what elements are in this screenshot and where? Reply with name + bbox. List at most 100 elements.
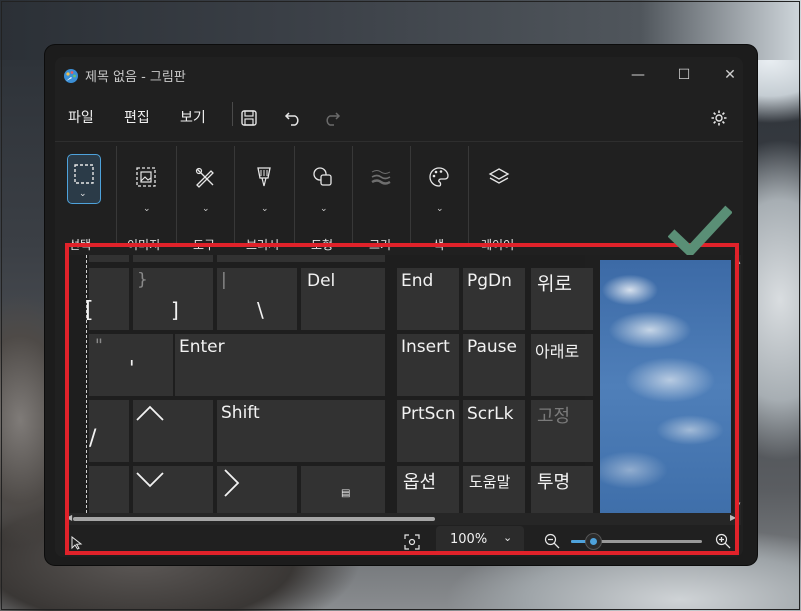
key-fragment xyxy=(89,255,129,262)
maximize-icon: ☐ xyxy=(677,67,691,83)
ribbon-label-layers: 레이어 xyxy=(481,238,515,252)
key-enter: Enter xyxy=(175,334,385,396)
ribbon-group-select[interactable]: ⌄ 선택 xyxy=(61,142,115,252)
ribbon-group-tools[interactable]: ⌄ 도구 xyxy=(177,142,233,252)
scroll-right-arrow-icon[interactable]: ▶ xyxy=(730,513,736,522)
key-arrow-up xyxy=(133,400,213,462)
menu-key-icon: ▤ xyxy=(341,488,351,499)
key-fragment xyxy=(259,255,385,262)
ribbon-group-size[interactable]: 크기 xyxy=(353,142,409,252)
key-bracket-close: } ] xyxy=(133,268,213,330)
zoom-slider-thumb[interactable] xyxy=(584,533,602,550)
keyboard-image: [ } ] | \ Del End PgDn 위로 " ' Enter Inse… xyxy=(65,255,593,513)
key-label: PgDn xyxy=(467,271,512,291)
key-del: Del xyxy=(301,268,385,330)
chevron-down-icon: ⌄ xyxy=(503,531,513,544)
key-label: Del xyxy=(307,271,336,291)
key-end: End xyxy=(397,268,459,330)
key-shift: Shift xyxy=(217,400,385,462)
paint-app-icon xyxy=(64,69,78,83)
key-label: 도움말 xyxy=(469,473,511,491)
palette-icon xyxy=(429,167,449,187)
key-label: 투명 xyxy=(537,472,571,493)
menu-view[interactable]: 보기 xyxy=(180,107,206,127)
zoom-level: 100% xyxy=(450,532,488,547)
tools-chevron-icon: ⌄ xyxy=(202,204,210,214)
ribbon-label-shapes: 도형 xyxy=(311,238,334,252)
caret-up-icon xyxy=(136,405,164,421)
zoom-out-icon[interactable] xyxy=(544,533,560,549)
ribbon-group-image[interactable]: ⌄ 이미지 xyxy=(117,142,175,252)
color-chevron-icon: ⌄ xyxy=(436,204,444,214)
key-help: 도움말 xyxy=(463,466,525,513)
maximize-button[interactable]: ☐ xyxy=(667,63,701,87)
key-slash: / xyxy=(89,400,129,462)
minimize-icon: — xyxy=(631,67,645,83)
scroll-left-arrow-icon[interactable]: ◀ xyxy=(66,513,72,522)
selection-button[interactable]: ⌄ xyxy=(67,154,101,204)
ribbon-label-size: 크기 xyxy=(369,238,392,252)
key-label: / xyxy=(89,426,97,451)
key-label: 아래로 xyxy=(535,342,580,361)
key-arrow-right xyxy=(217,466,297,513)
settings-gear-icon[interactable] xyxy=(710,109,728,127)
undo-icon[interactable] xyxy=(284,109,302,127)
canvas-area[interactable]: [ } ] | \ Del End PgDn 위로 " ' Enter Inse… xyxy=(65,255,741,513)
horizontal-scroll-thumb[interactable] xyxy=(73,517,435,521)
shapes-chevron-icon: ⌄ xyxy=(320,204,328,214)
key-bracket-open: [ xyxy=(85,268,129,330)
close-button[interactable]: ✕ xyxy=(713,63,743,87)
minimize-button[interactable]: — xyxy=(621,63,655,87)
zoom-in-icon[interactable] xyxy=(715,533,731,549)
scroll-up-arrow-icon[interactable]: ▲ xyxy=(735,257,740,265)
menu-edit[interactable]: 편집 xyxy=(124,107,150,127)
key-label: Shift xyxy=(221,403,260,423)
key-down-kr: 아래로 xyxy=(531,334,593,396)
key-fix: 고정 xyxy=(531,400,593,462)
key-label: End xyxy=(401,271,434,291)
save-icon[interactable] xyxy=(240,109,258,127)
key-label: 고정 xyxy=(537,406,571,427)
title-bar: 제목 없음 - 그림판 — ☐ ✕ xyxy=(55,57,743,91)
image-icon xyxy=(136,167,156,187)
ribbon-group-brush[interactable]: ⌄ 브러시 xyxy=(235,142,293,252)
menu-bar: 파일 편집 보기 xyxy=(55,99,743,131)
ribbon-group-color[interactable]: ⌄ 색 xyxy=(411,142,467,252)
key-up: 위로 xyxy=(531,268,593,330)
key-scrlk: ScrLk xyxy=(463,400,525,462)
key-prtscn: PrtScn xyxy=(397,400,459,462)
key-pause: Pause xyxy=(463,334,525,396)
key-label: 위로 xyxy=(537,273,572,295)
ribbon-label-select: 선택 xyxy=(69,238,92,252)
ribbon-toolbar: ⌄ 선택 ⌄ 이미지 ⌄ 도구 ⌄ 브러시 ⌄ 도형 크기 ⌄ 색 레이어 xyxy=(55,141,743,252)
fit-to-window-icon[interactable] xyxy=(404,534,420,550)
ribbon-label-image: 이미지 xyxy=(127,238,161,252)
status-bar: 100% ⌄ xyxy=(55,525,743,557)
key-fragment xyxy=(133,255,213,262)
key-label: PrtScn xyxy=(401,404,456,424)
menu-file[interactable]: 파일 xyxy=(68,107,94,127)
key-label: ScrLk xyxy=(467,404,514,424)
key-fragment xyxy=(89,466,129,513)
brush-chevron-icon: ⌄ xyxy=(261,204,269,214)
key-label: Enter xyxy=(179,337,225,357)
selection-icon xyxy=(74,164,94,184)
ribbon-label-brush: 브러시 xyxy=(246,238,280,252)
ribbon-group-shapes[interactable]: ⌄ 도형 xyxy=(295,142,351,252)
image-chevron-icon: ⌄ xyxy=(143,204,151,214)
tools-icon xyxy=(195,167,214,188)
key-label-secondary: " xyxy=(95,336,103,356)
menu-separator xyxy=(232,102,233,126)
key-backslash: | \ xyxy=(217,268,297,330)
shapes-icon xyxy=(313,167,332,186)
sky-photo-layer xyxy=(600,260,731,513)
key-arrow-down xyxy=(133,466,213,513)
scroll-down-arrow-icon[interactable]: ▼ xyxy=(735,501,740,509)
selection-dashed-edge xyxy=(86,255,87,513)
redo-icon[interactable] xyxy=(323,109,341,127)
ribbon-group-layers[interactable]: 레이어 xyxy=(469,142,529,252)
ribbon-label-tools: 도구 xyxy=(193,238,216,252)
key-label: Pause xyxy=(467,337,517,357)
vertical-scroll-thumb[interactable] xyxy=(736,350,739,420)
paint-window: 제목 없음 - 그림판 — ☐ ✕ 파일 편집 보기 ⌄ 선택 ⌄ 이미지 ⌄ … xyxy=(45,45,757,565)
